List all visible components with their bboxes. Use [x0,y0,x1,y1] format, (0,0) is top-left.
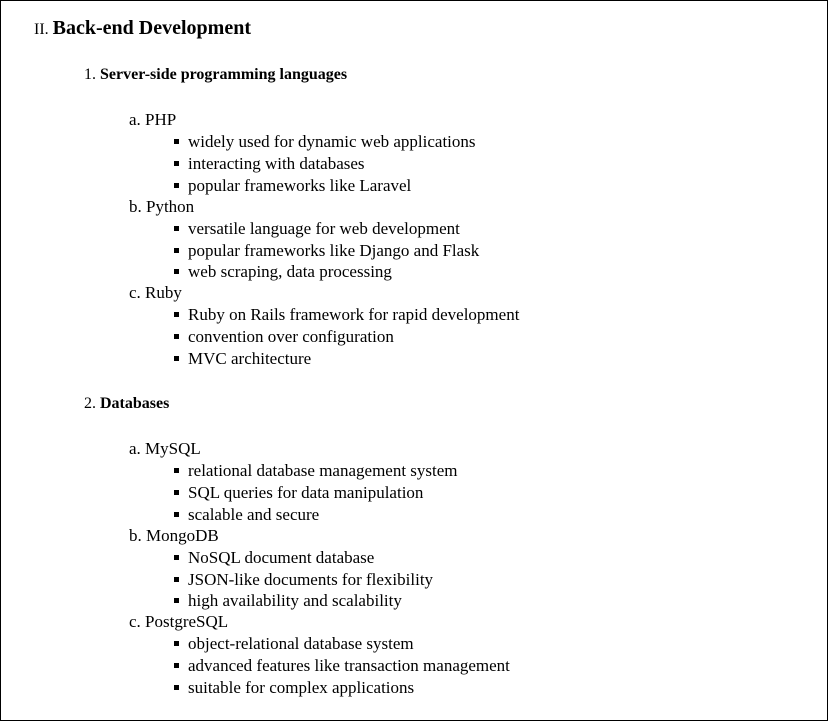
group-heading-1: 1. Server-side programming languages [84,66,347,84]
list-item: scalable and secure [174,505,319,525]
list-item: NoSQL document database [174,548,374,568]
list-item: widely used for dynamic web applications [174,132,476,152]
bullet-text: interacting with databases [188,154,365,173]
bullet-text: Ruby on Rails framework for rapid develo… [188,305,520,324]
group-title: Databases [100,395,170,412]
item-label: PHP [145,110,177,129]
list-item: object-relational database system [174,634,414,654]
item-ruby: c. Ruby [129,283,182,303]
bullet-text: suitable for complex applications [188,678,415,697]
list-item: popular frameworks like Django and Flask [174,241,479,261]
list-item: MVC architecture [174,349,311,369]
item-php: a. PHP [129,110,176,130]
bullet-square-icon [174,333,179,339]
bullet-text: convention over configuration [188,327,394,346]
bullet-square-icon [174,355,179,361]
bullet-text: MVC architecture [188,349,312,368]
list-item: suitable for complex applications [174,678,414,698]
item-letter: a. [129,110,141,129]
item-letter: b. [129,526,142,545]
bullet-text: JSON-like documents for flexibility [188,570,434,589]
bullet-square-icon [174,268,179,274]
section-title: Back-end Development [52,17,251,39]
item-label: Ruby [145,283,182,302]
group-number: 2. [84,395,96,412]
bullet-square-icon [174,138,179,144]
bullet-square-icon [174,576,179,582]
bullet-text: scalable and secure [188,505,320,524]
item-label: PostgreSQL [145,612,229,631]
bullet-square-icon [174,489,179,495]
bullet-square-icon [174,467,179,473]
bullet-square-icon [174,662,179,668]
bullet-text: high availability and scalability [188,591,402,610]
item-label: MySQL [145,439,201,458]
bullet-square-icon [174,684,179,690]
item-letter: b. [129,197,142,216]
bullet-square-icon [174,311,179,317]
list-item: convention over configuration [174,327,394,347]
item-mongodb: b. MongoDB [129,526,219,546]
bullet-square-icon [174,225,179,231]
item-python: b. Python [129,197,194,217]
item-label: Python [146,197,195,216]
bullet-text: advanced features like transaction manag… [188,656,510,675]
group-heading-2: 2. Databases [84,395,169,413]
bullet-text: widely used for dynamic web applications [188,132,476,151]
bullet-square-icon [174,160,179,166]
list-item: JSON-like documents for flexibility [174,570,433,590]
group-title: Server-side programming languages [100,66,348,83]
bullet-text: popular frameworks like Laravel [188,176,412,195]
section-heading: II. Back-end Development [34,17,251,40]
list-item: web scraping, data processing [174,262,392,282]
bullet-text: web scraping, data processing [188,262,392,281]
list-item: interacting with databases [174,154,365,174]
group-number: 1. [84,66,96,83]
list-item: SQL queries for data manipulation [174,483,423,503]
bullet-text: object-relational database system [188,634,414,653]
item-letter: c. [129,283,141,302]
list-item: popular frameworks like Laravel [174,176,411,196]
bullet-square-icon [174,554,179,560]
document-frame: II. Back-end Development 1. Server-side … [0,0,828,721]
section-number: II. [34,21,49,38]
bullet-text: versatile language for web development [188,219,460,238]
list-item: Ruby on Rails framework for rapid develo… [174,305,519,325]
item-postgresql: c. PostgreSQL [129,612,228,632]
bullet-square-icon [174,182,179,188]
bullet-text: relational database management system [188,461,458,480]
bullet-square-icon [174,247,179,253]
item-mysql: a. MySQL [129,439,201,459]
item-label: MongoDB [146,526,219,545]
bullet-square-icon [174,511,179,517]
bullet-text: SQL queries for data manipulation [188,483,424,502]
bullet-text: NoSQL document database [188,548,375,567]
bullet-text: popular frameworks like Django and Flask [188,241,480,260]
list-item: relational database management system [174,461,458,481]
bullet-square-icon [174,597,179,603]
list-item: versatile language for web development [174,219,460,239]
item-letter: c. [129,612,141,631]
item-letter: a. [129,439,141,458]
bullet-square-icon [174,640,179,646]
list-item: advanced features like transaction manag… [174,656,510,676]
list-item: high availability and scalability [174,591,402,611]
